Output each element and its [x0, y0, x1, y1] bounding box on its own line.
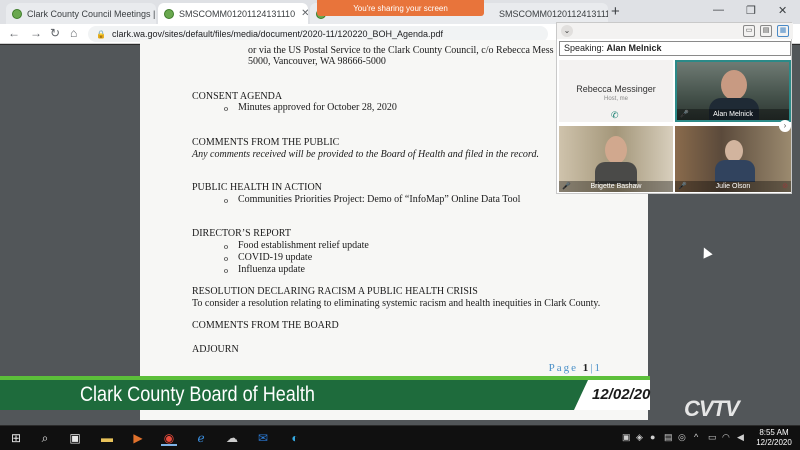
page-current: 1: [582, 362, 591, 374]
participant-status: Host, me: [603, 96, 628, 102]
tray-icon-1[interactable]: ▣: [622, 432, 631, 443]
tray-icon-4[interactable]: ▤: [664, 432, 673, 443]
wifi-icon[interactable]: ◠: [722, 432, 730, 443]
bullet-icon: o: [224, 266, 228, 275]
page-number: Page 1|1: [548, 362, 602, 374]
windows-taskbar: ⊞ ⌕ ▣ ▬ ▶ ◉ ℯ ☁ ✉ ◐ ▣ ◈ ● ▤ ◎ ^ ▭ ◠ ◀ 8:…: [0, 426, 800, 450]
close-icon[interactable]: ✕: [295, 8, 308, 19]
chevron-down-icon[interactable]: ⌄: [561, 25, 573, 37]
phone-icon: ✆: [611, 110, 619, 120]
clock-date: 12/2/2020: [756, 438, 792, 447]
forward-arrow-icon[interactable]: →: [30, 26, 42, 40]
tab-title: SMSCOMM01201124131110: [179, 8, 296, 19]
public-comments-heading: COMMENTS FROM THE PUBLIC: [192, 137, 340, 148]
meeting-toolbar: ⌄ ▭ ▤ ▦: [557, 23, 793, 39]
lock-icon: 🔒: [96, 29, 106, 39]
maximize-icon[interactable]: ❐: [746, 4, 756, 17]
adjourn-line: ADJOURN: [192, 344, 239, 355]
window-close-icon[interactable]: ✕: [778, 4, 787, 17]
participant-tile-alan[interactable]: 🎤 Alan Melnick: [675, 60, 791, 122]
url-text: clark.wa.gov/sites/default/files/media/d…: [111, 29, 444, 39]
resolution-text: To consider a resolution relating to eli…: [192, 298, 601, 309]
browser-tabstrip: Clark County Council Meetings | ✕ SMSCOM…: [0, 0, 800, 24]
participant-face: [605, 136, 627, 164]
task-view-icon[interactable]: ▣: [67, 430, 83, 446]
meeting-panel: ⌄ ▭ ▤ ▦ Speaking: Alan Melnick Rebecca M…: [556, 22, 793, 194]
tray-icon-3[interactable]: ●: [650, 432, 655, 442]
screen-share-banner: You're sharing your screen: [317, 0, 484, 16]
tab-title: SMSCOMM01201124131110: [499, 8, 608, 19]
director-item-1: Food establishment relief update: [238, 240, 369, 251]
back-arrow-icon[interactable]: ←: [8, 26, 20, 40]
consent-item: Minutes approved for October 28, 2020: [238, 102, 397, 113]
director-item-3: Influenza update: [238, 264, 305, 275]
speaking-name: Alan Melnick: [606, 43, 662, 53]
popout-icon[interactable]: ▭: [743, 25, 755, 37]
speaking-indicator: Speaking: Alan Melnick: [559, 41, 791, 56]
board-comments-heading: COMMENTS FROM THE BOARD: [192, 320, 339, 331]
bullet-icon: o: [224, 196, 228, 205]
home-icon[interactable]: ⌂: [70, 26, 77, 40]
participant-name: Alan Melnick: [677, 109, 789, 120]
public-health-item: Communities Priorities Project: Demo of …: [238, 194, 521, 205]
tray-icon-5[interactable]: ◎: [678, 432, 686, 443]
directors-report-heading: DIRECTOR’S REPORT: [192, 228, 291, 239]
close-icon[interactable]: ✕: [155, 8, 156, 19]
chevron-right-icon[interactable]: ›: [779, 120, 791, 132]
public-comments-note: Any comments received will be provided t…: [192, 149, 539, 160]
file-explorer-icon[interactable]: ▬: [99, 430, 115, 446]
participant-name: Julie Olson: [675, 181, 791, 192]
search-icon[interactable]: ⌕: [37, 430, 53, 446]
participant-face: [721, 70, 747, 100]
cvtv-logo: CVTV: [684, 396, 740, 421]
media-player-icon[interactable]: ▶: [130, 430, 146, 446]
screen: Clark County Council Meetings | ✕ SMSCOM…: [0, 0, 800, 450]
public-health-heading: PUBLIC HEALTH IN ACTION: [192, 182, 322, 193]
weather-app-icon[interactable]: ☁: [224, 430, 240, 446]
participant-face: [725, 140, 743, 162]
participant-tile-brigette[interactable]: 🎤 Brigette Bashaw: [559, 126, 673, 192]
network-icon[interactable]: ▭: [708, 432, 717, 443]
tray-chevron-up-icon[interactable]: ^: [694, 432, 698, 442]
bullet-icon: o: [224, 104, 228, 113]
participant-name: Brigette Bashaw: [559, 181, 673, 192]
consent-agenda-heading: CONSENT AGENDA: [192, 91, 283, 102]
volume-icon[interactable]: ◀: [737, 432, 744, 443]
outlook-icon[interactable]: ✉: [255, 430, 271, 446]
participant-tile-rebecca[interactable]: Rebecca Messinger Host, me ✆: [559, 60, 673, 122]
director-item-2: COVID-19 update: [238, 252, 313, 263]
chrome-icon[interactable]: ◉: [161, 430, 177, 446]
edge-icon[interactable]: ◐: [287, 430, 303, 446]
layout-icon[interactable]: ▤: [760, 25, 772, 37]
new-tab-button[interactable]: +: [611, 3, 620, 21]
reload-icon[interactable]: ↻: [50, 26, 60, 40]
bullet-icon: o: [224, 254, 228, 263]
postal-line-1: or via the US Postal Service to the Clar…: [248, 45, 554, 56]
minimize-icon[interactable]: —: [713, 4, 724, 16]
broadcast-title: Clark County Board of Health: [80, 383, 315, 406]
tab-title: Clark County Council Meetings |: [27, 8, 156, 19]
browser-tab-council-meetings[interactable]: Clark County Council Meetings | ✕: [6, 3, 156, 24]
tray-icon-2[interactable]: ◈: [636, 432, 643, 443]
broadcast-date: 12/02/20: [592, 386, 651, 403]
clock-time: 8:55 AM: [759, 428, 789, 437]
globe-icon: [164, 8, 174, 19]
bullet-icon: o: [224, 242, 228, 251]
grid-view-icon[interactable]: ▦: [777, 25, 789, 37]
taskbar-clock[interactable]: 8:55 AM 12/2/2020: [752, 428, 796, 448]
speaking-label: Speaking:: [564, 43, 605, 53]
page-total: 1: [594, 362, 602, 374]
participant-tile-julie[interactable]: 🎤 ⊘ Julie Olson: [675, 126, 791, 192]
participant-name: Rebecca Messinger: [576, 84, 656, 94]
globe-icon: [12, 8, 22, 19]
page-label: Page: [548, 362, 579, 374]
resolution-heading: RESOLUTION DECLARING RACISM A PUBLIC HEA…: [192, 286, 478, 297]
browser-tab-sms-1[interactable]: SMSCOMM01201124131110 ✕: [158, 3, 308, 24]
internet-explorer-icon[interactable]: ℯ: [193, 430, 209, 446]
participant-shoulders: [715, 160, 755, 182]
windows-start-icon[interactable]: ⊞: [8, 430, 24, 446]
postal-line-2: 5000, Vancouver, WA 98666-5000: [248, 56, 386, 67]
